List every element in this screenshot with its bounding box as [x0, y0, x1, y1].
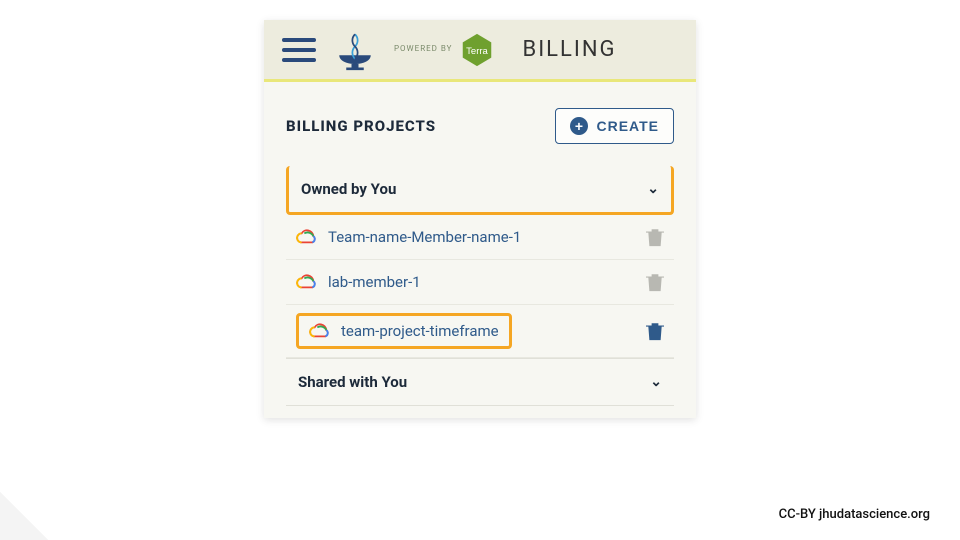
- highlighted-project: team-project-timeframe: [296, 313, 512, 349]
- project-row[interactable]: team-project-timeframe: [286, 305, 674, 358]
- powered-by-terra: POWERED BY Terra: [394, 31, 496, 69]
- section-shared-with-you[interactable]: Shared with You ⌄: [286, 358, 674, 406]
- project-name: lab-member-1: [328, 273, 421, 291]
- project-row[interactable]: lab-member-1: [286, 260, 674, 305]
- heading-row: BILLING PROJECTS + CREATE: [286, 108, 674, 144]
- svg-text:Terra: Terra: [467, 45, 489, 56]
- anvil-logo-icon: [334, 29, 376, 71]
- footer-credit: CC-BY jhudatascience.org: [779, 507, 930, 522]
- trash-icon[interactable]: [646, 227, 664, 247]
- project-name: team-project-timeframe: [341, 322, 499, 340]
- google-cloud-icon: [309, 322, 331, 340]
- menu-icon[interactable]: [282, 38, 316, 62]
- trash-icon[interactable]: [646, 321, 664, 341]
- billing-projects-heading: BILLING PROJECTS: [286, 117, 436, 135]
- billing-panel: POWERED BY Terra BILLING BILLING PROJECT…: [264, 20, 696, 418]
- section-label: Shared with You: [298, 373, 407, 391]
- terra-logo-icon: Terra: [458, 31, 496, 69]
- create-button-label: CREATE: [596, 118, 659, 134]
- chevron-down-icon: ⌄: [647, 181, 659, 197]
- powered-by-label: POWERED BY: [394, 45, 452, 54]
- section-label: Owned by You: [301, 180, 396, 198]
- section-owned-by-you[interactable]: Owned by You ⌄: [286, 166, 674, 215]
- google-cloud-icon: [296, 273, 318, 291]
- page-fold-decoration: [0, 492, 48, 540]
- project-name: Team-name-Member-name-1: [328, 228, 521, 246]
- google-cloud-icon: [296, 228, 318, 246]
- content-area: BILLING PROJECTS + CREATE Owned by You ⌄…: [264, 82, 696, 418]
- top-bar: POWERED BY Terra BILLING: [264, 20, 696, 82]
- plus-circle-icon: +: [570, 117, 588, 135]
- chevron-down-icon: ⌄: [650, 374, 662, 390]
- project-row[interactable]: Team-name-Member-name-1: [286, 215, 674, 260]
- page-title: BILLING: [522, 37, 616, 62]
- create-button[interactable]: + CREATE: [555, 108, 674, 144]
- trash-icon[interactable]: [646, 272, 664, 292]
